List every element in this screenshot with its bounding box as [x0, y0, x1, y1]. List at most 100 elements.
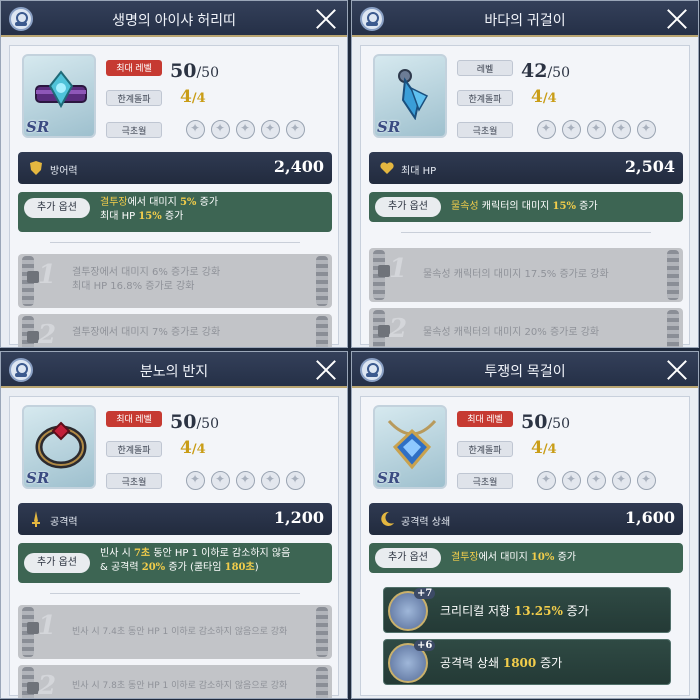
crescent-icon: [381, 511, 394, 526]
title-bar: 투쟁의 목걸이: [352, 352, 698, 388]
necklace-icon: [387, 419, 437, 470]
chain-icon: [316, 607, 328, 657]
star-slot-icon: [286, 120, 305, 139]
star-slot-icon: [286, 471, 305, 490]
level-value: 42: [521, 60, 548, 82]
main-stat: 공격력 상쇄 1,600: [369, 503, 683, 535]
extra-option: 추가 옵션 결투장에서 대미지 10% 증가: [369, 543, 683, 573]
transcend-tag: 극초월: [457, 473, 513, 489]
limit-max: /4: [191, 91, 206, 106]
equipment-grid: 생명의 아이샤 허리띠 SR 최대 레벨 50/50 한계돌파 4/4 극초월: [0, 0, 700, 700]
limit-value: 4: [531, 438, 543, 458]
limit-value: 4: [180, 438, 192, 458]
level-max: /50: [547, 65, 570, 81]
level-value: 50: [170, 60, 197, 82]
rarity-label: SR: [26, 469, 50, 487]
title-bar: 바다의 귀걸이: [352, 1, 698, 37]
transcend-stars: [186, 120, 311, 143]
divider: [401, 232, 651, 233]
level-max: /50: [196, 416, 219, 432]
locked-tier-number: 1: [38, 260, 57, 290]
locked-tier-number: 2: [389, 314, 408, 344]
locked-option: 2 물속성 캐릭터의 대미지 20% 증가로 강화: [369, 308, 683, 347]
equipment-panel-necklace: 투쟁의 목걸이 SR 최대 레벨 50/50 한계돌파 4/4 극초월 ✦✦✦✦…: [351, 351, 699, 699]
panel-body: SR 최대 레벨 50/50 한계돌파 4/4 극초월 공격력 1,200 추가…: [9, 396, 339, 699]
limit-break-readout: 4/4: [180, 87, 206, 107]
level-readout: 42/50: [521, 60, 570, 82]
star-slot-icon: [562, 120, 581, 139]
panel-title: 바다의 귀걸이: [484, 12, 566, 28]
transcend-tag: 극초월: [106, 122, 162, 138]
transcend-stars: [537, 120, 662, 143]
star-slot-icon: [537, 120, 556, 139]
extra-option-text: 결투장에서 대미지 10% 증가: [451, 552, 576, 563]
item-portrait: SR: [373, 405, 447, 489]
sword-icon: [32, 511, 40, 527]
star-slot-icon: [637, 471, 656, 490]
star-slot-icon: [186, 120, 205, 139]
locked-option: 2 빈사 시 7.8초 동안 HP 1 이하로 감소하지 않음으로 강화: [18, 665, 332, 699]
close-icon[interactable]: [666, 359, 688, 381]
star-slot-icon: [562, 471, 581, 490]
close-icon[interactable]: [315, 359, 337, 381]
shield-icon: [30, 161, 42, 175]
extra-option-text: 결투장에서 대미지 5% 증가 최대 HP 15% 증가: [100, 197, 219, 222]
limit-break-tag: 한계돌파: [457, 441, 513, 457]
stat-value: 2,400: [273, 157, 324, 176]
belt-icon: [35, 70, 87, 109]
locked-option-text: 빈사 시 7.8초 동안 HP 1 이하로 감소하지 않음으로 강화: [72, 681, 288, 691]
stat-value: 1,600: [624, 508, 675, 527]
limit-break-tag: 한계돌파: [106, 90, 162, 106]
limit-break-readout: 4/4: [180, 438, 206, 458]
title-bar: 분노의 반지: [1, 352, 347, 388]
bonus-stat-text: 공격력 상쇄 1800 증가: [440, 656, 563, 670]
star-slot-icon: [236, 120, 255, 139]
transcend-stars: [537, 471, 662, 494]
close-icon[interactable]: [666, 8, 688, 30]
star-slot-icon: [261, 120, 280, 139]
main-stat: 공격력 1,200: [18, 503, 332, 535]
star-slot-icon: [612, 471, 631, 490]
extra-option-tag: 추가 옵션: [24, 198, 90, 218]
panel-title: 투쟁의 목걸이: [484, 363, 566, 379]
close-icon[interactable]: [315, 8, 337, 30]
chain-icon: [667, 310, 679, 347]
extra-option: 추가 옵션 결투장에서 대미지 5% 증가 최대 HP 15% 증가: [18, 192, 332, 232]
main-stat: 최대 HP 2,504: [369, 152, 683, 184]
panel-title: 분노의 반지: [139, 363, 209, 379]
star-slot-icon: [587, 120, 606, 139]
level-readout: 50/50: [170, 60, 219, 82]
level-tag: 레벨: [457, 60, 513, 76]
rarity-label: SR: [377, 118, 401, 136]
stat-label: 공격력 상쇄: [401, 517, 451, 528]
locked-option-text: 결투장에서 대미지 6% 증가로 강화 최대 HP 16.8% 증가로 강화: [72, 267, 221, 292]
divider: [50, 593, 300, 594]
stat-label: 최대 HP: [401, 166, 437, 177]
main-stat: 방어력 2,400: [18, 152, 332, 184]
extra-option-tag: 추가 옵션: [375, 197, 441, 217]
star-slot-icon: [587, 471, 606, 490]
star-slot-icon: [637, 120, 656, 139]
extra-option: 추가 옵션 물속성 캐릭터의 대미지 15% 증가: [369, 192, 683, 222]
locked-option-text: 결투장에서 대미지 7% 증가로 강화: [72, 327, 221, 338]
star-slot-icon: [612, 120, 631, 139]
stat-label: 공격력: [50, 517, 78, 528]
panel-title: 생명의 아이샤 허리띠: [112, 12, 236, 28]
level-tag: 최대 레벨: [457, 411, 513, 427]
limit-max: /4: [542, 91, 557, 106]
stat-value: 2,504: [624, 157, 675, 176]
bonus-stat: +6 공격력 상쇄 1800 증가: [383, 639, 671, 685]
star-slot-icon: [186, 471, 205, 490]
locked-option: 2 결투장에서 대미지 7% 증가로 강화: [18, 314, 332, 347]
chain-icon: [316, 316, 328, 347]
locked-option-text: 물속성 캐릭터의 대미지 17.5% 증가로 강화: [423, 269, 609, 280]
locked-tier-number: 2: [38, 671, 57, 699]
rarity-label: SR: [377, 469, 401, 487]
locked-option-text: 빈사 시 7.4초 동안 HP 1 이하로 감소하지 않음으로 강화: [72, 627, 288, 637]
item-portrait: SR: [373, 54, 447, 138]
panel-body: SR 최대 레벨 50/50 한계돌파 4/4 극초월 방어력 2,400 추가…: [9, 45, 339, 347]
rarity-label: SR: [26, 118, 50, 136]
level-value: 50: [170, 411, 197, 433]
level-max: /50: [547, 416, 570, 432]
level-max: /50: [196, 65, 219, 81]
